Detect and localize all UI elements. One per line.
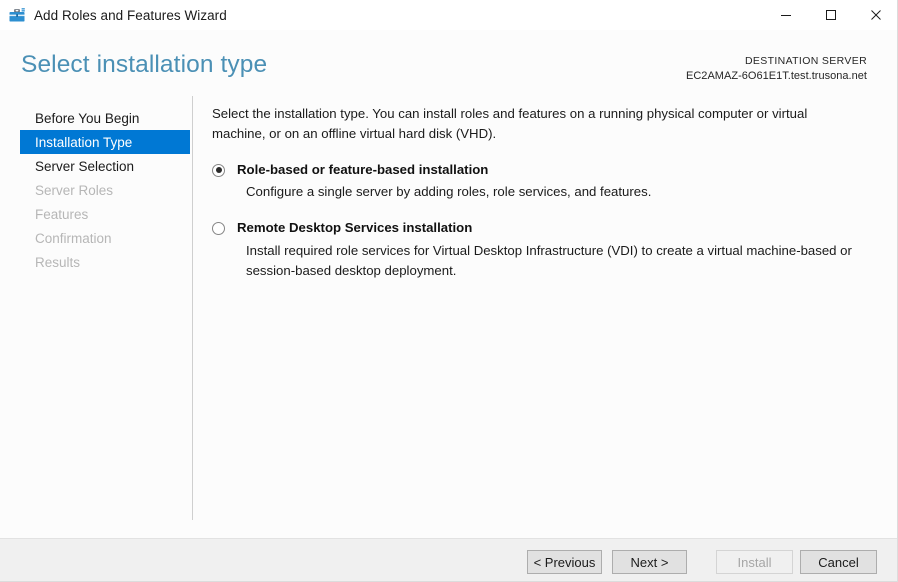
main-content: Select the installation type. You can in…	[212, 104, 867, 281]
sidebar-item-label: Server Roles	[35, 182, 114, 198]
sidebar-item-confirmation: Confirmation	[20, 226, 190, 250]
wizard-nav: Before You Begin Installation Type Serve…	[0, 92, 192, 519]
option-remote-desktop-services-installation[interactable]: Remote Desktop Services installation Ins…	[212, 219, 867, 280]
instruction-text: Select the installation type. You can in…	[212, 106, 808, 141]
maximize-button[interactable]	[808, 0, 853, 30]
minimize-icon	[780, 15, 791, 16]
window-controls	[763, 0, 897, 30]
sidebar-item-label: Server Selection	[35, 158, 135, 174]
maximize-icon	[825, 10, 836, 20]
title-bar: Add Roles and Features Wizard	[0, 0, 897, 30]
wizard-footer: < Previous Next > Install Cancel	[0, 538, 897, 581]
previous-button[interactable]: < Previous	[527, 550, 602, 574]
sidebar-item-server-roles: Server Roles	[20, 178, 190, 202]
option-description: Configure a single server by adding role…	[246, 184, 652, 200]
wizard-toolbox-icon	[7, 5, 27, 25]
sidebar-item-features: Features	[20, 202, 190, 226]
sidebar-item-server-selection[interactable]: Server Selection	[20, 154, 190, 178]
install-button: Install	[716, 550, 793, 574]
destination-server-label: DESTINATION SERVER	[744, 55, 867, 67]
option-description: Install required role services for Virtu…	[246, 243, 852, 278]
minimize-button[interactable]	[763, 0, 808, 30]
sidebar-item-before-you-begin[interactable]: Before You Begin	[20, 106, 190, 130]
close-button[interactable]	[853, 0, 897, 30]
sidebar-item-results: Results	[20, 250, 190, 274]
option-label: Role-based or feature-based installation	[237, 161, 489, 177]
destination-server-name: EC2AMAZ-6O61E1T.test.trusona.net	[685, 69, 867, 82]
radio-role-based-installation[interactable]	[212, 163, 225, 177]
option-role-based-installation[interactable]: Role-based or feature-based installation…	[212, 161, 867, 203]
option-label: Remote Desktop Services installation	[237, 220, 473, 236]
next-button[interactable]: Next >	[612, 550, 687, 574]
nav-content-divider	[192, 96, 193, 520]
sidebar-item-label: Confirmation	[35, 230, 112, 246]
sidebar-item-installation-type[interactable]: Installation Type	[20, 130, 190, 154]
sidebar-item-label: Results	[35, 254, 81, 270]
sidebar-item-label: Before You Begin	[35, 110, 140, 126]
sidebar-item-label: Features	[35, 206, 89, 222]
close-icon	[870, 10, 881, 20]
sidebar-item-label: Installation Type	[35, 134, 133, 150]
cancel-button[interactable]: Cancel	[800, 550, 877, 574]
page-header: Select installation type DESTINATION SER…	[0, 30, 897, 92]
window-title: Add Roles and Features Wizard	[34, 7, 227, 23]
destination-server-block: DESTINATION SERVER EC2AMAZ-6O61E1T.test.…	[686, 55, 867, 83]
radio-remote-desktop-services-installation[interactable]	[212, 222, 225, 236]
wizard-window: Add Roles and Features Wizard Select ins…	[0, 0, 898, 582]
page-title: Select installation type	[21, 51, 268, 78]
